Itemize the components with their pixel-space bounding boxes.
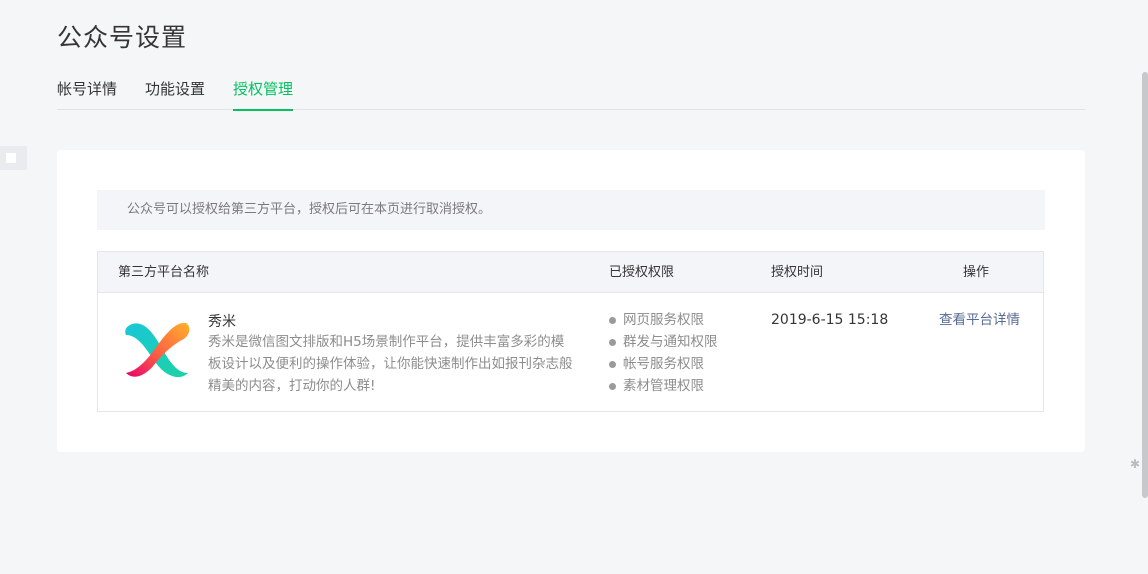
header-operation: 操作: [963, 265, 990, 280]
permission-item: 群发与通知权限: [609, 331, 718, 353]
authorization-table: 第三方平台名称 已授权权限 授权时间 操作 秀米 秀米是微信图文排版和H5场景制…: [97, 251, 1044, 412]
tab-function-settings[interactable]: 功能设置: [145, 78, 205, 110]
scrollbar[interactable]: [1142, 72, 1148, 498]
authorization-card: 公众号可以授权给第三方平台，授权后可在本页进行取消授权。 第三方平台名称 已授权…: [57, 150, 1085, 452]
permission-item: 素材管理权限: [609, 375, 718, 397]
permission-item: 帐号服务权限: [609, 353, 718, 375]
page-title: 公众号设置: [57, 23, 188, 52]
view-platform-details-link[interactable]: 查看平台详情: [939, 309, 1020, 331]
tab-bar: 帐号详情 功能设置 授权管理: [57, 78, 1085, 111]
header-permissions: 已授权权限: [609, 265, 675, 280]
xiumi-logo-icon: [125, 322, 190, 378]
table-header: 第三方平台名称 已授权权限 授权时间 操作: [98, 252, 1043, 293]
permission-list: 网页服务权限 群发与通知权限 帐号服务权限 素材管理权限: [609, 309, 718, 397]
authorization-time: 2019-6-15 15:18: [771, 312, 889, 328]
header-platform-name: 第三方平台名称: [118, 265, 210, 280]
platform-name: 秀米: [208, 314, 236, 330]
pin-icon[interactable]: ✱: [1130, 457, 1140, 471]
tab-account-details[interactable]: 帐号详情: [57, 78, 117, 110]
tab-authorization-management[interactable]: 授权管理: [233, 78, 294, 111]
settings-page: 公众号设置 帐号详情 功能设置 授权管理 公众号可以授权给第三方平台，授权后可在…: [0, 0, 1148, 574]
sidebar-toggle-icon[interactable]: [0, 146, 27, 170]
platform-description: 秀米是微信图文排版和H5场景制作平台，提供丰富多彩的模板设计以及便利的操作体验，…: [208, 334, 573, 394]
authorization-notice: 公众号可以授权给第三方平台，授权后可在本页进行取消授权。: [97, 190, 1045, 230]
header-auth-time: 授权时间: [771, 265, 824, 280]
permission-item: 网页服务权限: [609, 309, 718, 331]
table-row: 秀米 秀米是微信图文排版和H5场景制作平台，提供丰富多彩的模板设计以及便利的操作…: [98, 293, 1043, 411]
